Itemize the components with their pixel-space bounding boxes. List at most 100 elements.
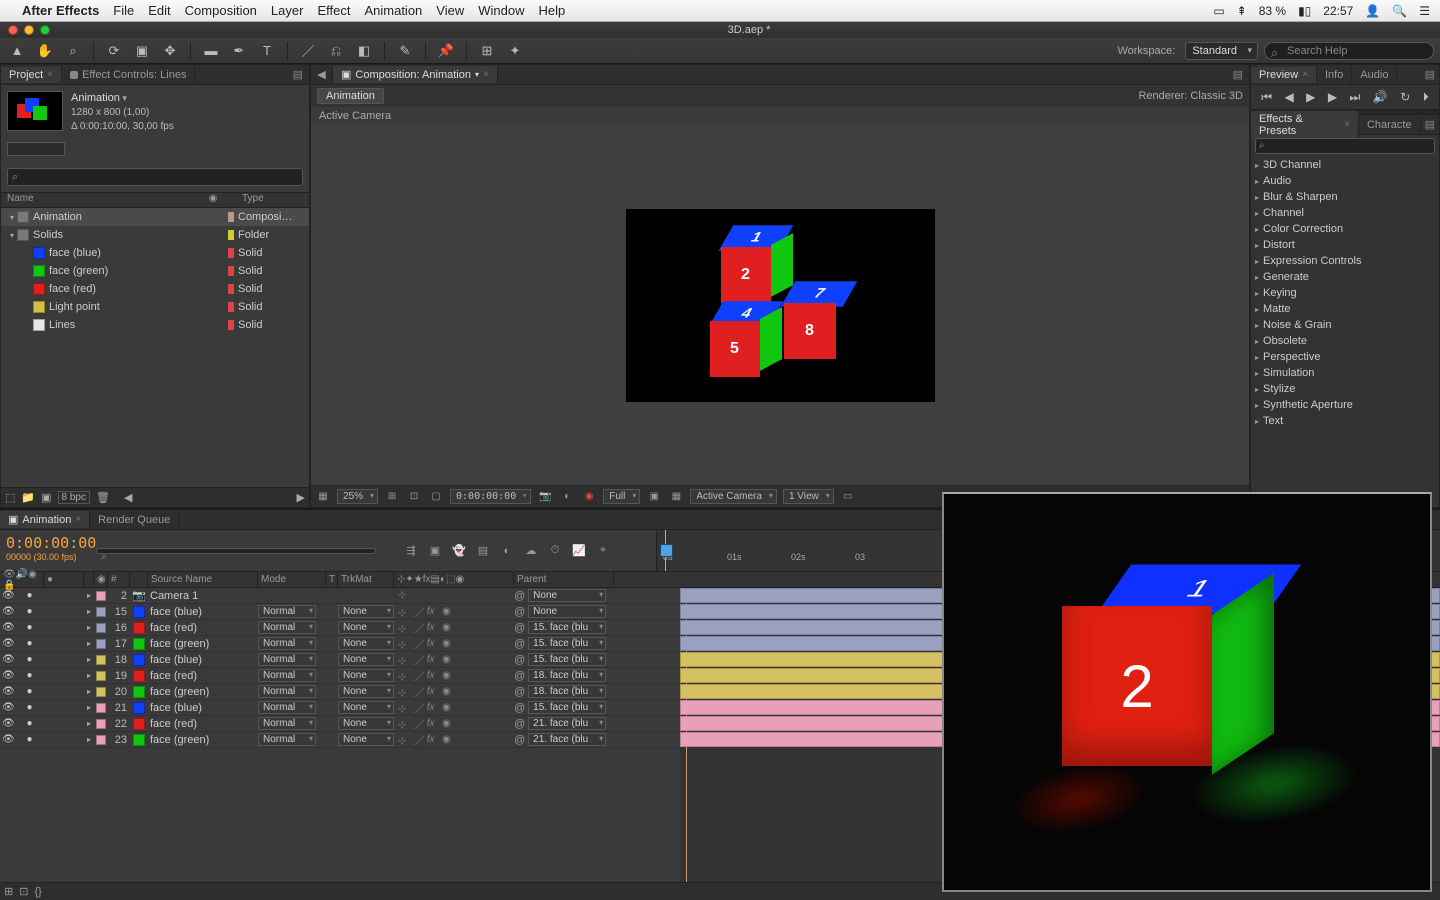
col-t-header[interactable]: T <box>326 572 338 587</box>
pixel-aspect-icon[interactable]: ▭ <box>840 491 856 502</box>
nav-back-icon[interactable]: ◀ <box>311 66 333 83</box>
timeline-layer-row[interactable]: 👁● ▸ 21 face (blue) Normal None ⊹ ／ fx ◉… <box>0 700 680 716</box>
renderer-dropdown[interactable]: Classic 3D <box>1190 90 1243 102</box>
effects-presets-tab[interactable]: Effects & Presets× <box>1251 111 1359 139</box>
play-icon[interactable]: ▶ <box>1306 90 1315 104</box>
timeline-layer-row[interactable]: 👁● ▸ 18 face (blue) Normal None ⊹ ／ fx ◉… <box>0 652 680 668</box>
audio-tab[interactable]: Audio <box>1352 67 1397 83</box>
notifications-icon[interactable]: ☰ <box>1419 4 1430 18</box>
timeline-layer-row[interactable]: 👁● ▸ 15 face (blue) Normal None ⊹ ／ fx ◉… <box>0 604 680 620</box>
effect-category[interactable]: ▸Blur & Sharpen <box>1251 189 1439 205</box>
grid-icon[interactable]: ⊞ <box>384 491 400 502</box>
prev-frame-icon[interactable]: ◀ <box>1284 90 1293 104</box>
comp-icon[interactable]: ▣ <box>41 491 51 504</box>
help-search-input[interactable]: Search Help <box>1264 42 1434 60</box>
guides-icon[interactable]: ⊡ <box>406 491 422 502</box>
comp-breadcrumb[interactable]: Animation <box>317 88 384 104</box>
transparency-icon[interactable]: ▦ <box>668 491 684 502</box>
brackets-icon[interactable]: {} <box>34 886 41 898</box>
frame-blend-icon[interactable]: ▤ <box>474 542 492 560</box>
autokey-icon[interactable]: ⏱ <box>546 542 564 560</box>
menu-file[interactable]: File <box>113 3 134 18</box>
screen-icon[interactable]: ▭ <box>1213 4 1224 18</box>
wifi-icon[interactable]: ⇞ <box>1237 4 1247 18</box>
clock[interactable]: 22:57 <box>1323 4 1353 18</box>
effect-category[interactable]: ▸Synthetic Aperture <box>1251 397 1439 413</box>
comp-name[interactable]: Animation <box>71 91 174 106</box>
info-tab[interactable]: Info <box>1317 67 1352 83</box>
spotlight-icon[interactable]: 🔍 <box>1392 4 1407 18</box>
hand-tool-icon[interactable]: ✋ <box>34 41 56 61</box>
user-icon[interactable]: 👤 <box>1365 4 1380 18</box>
effect-category[interactable]: ▸Text <box>1251 413 1439 429</box>
ram-preview-icon[interactable]: ⏵ <box>1423 90 1429 105</box>
project-search-input[interactable] <box>7 168 303 186</box>
snap2-icon[interactable]: ✦ <box>504 41 526 61</box>
first-frame-icon[interactable]: ⏮ <box>1261 90 1272 105</box>
zoom-window-button[interactable] <box>40 25 50 35</box>
col-mode-header[interactable]: Mode <box>258 572 326 587</box>
selection-tool-icon[interactable]: ▲ <box>6 41 28 61</box>
view-layout-dropdown[interactable]: 1 View <box>783 489 834 504</box>
effects-search-input[interactable] <box>1255 138 1435 154</box>
render-queue-tab[interactable]: Render Queue <box>90 512 179 528</box>
col-parent-header[interactable]: Parent <box>514 572 614 587</box>
ram-preview-window[interactable]: 1 2 <box>942 492 1432 892</box>
clone-tool-icon[interactable]: ⎌ <box>325 41 347 61</box>
pan-behind-tool-icon[interactable]: ✥ <box>159 41 181 61</box>
effect-category[interactable]: ▸Audio <box>1251 173 1439 189</box>
menu-edit[interactable]: Edit <box>148 3 170 18</box>
character-tab[interactable]: Characte <box>1359 117 1421 133</box>
timeline-layer-row[interactable]: 👁● ▸ 19 face (red) Normal None ⊹ ／ fx ◉ … <box>0 668 680 684</box>
project-item[interactable]: Light pointSolid <box>1 298 309 316</box>
snap-icon[interactable]: ⌖ <box>594 542 612 560</box>
close-icon[interactable]: × <box>483 69 489 80</box>
roto-tool-icon[interactable]: ✎ <box>394 41 416 61</box>
effect-category[interactable]: ▸Expression Controls <box>1251 253 1439 269</box>
snapshot-icon[interactable]: 📷 <box>537 491 553 502</box>
loop-icon[interactable]: ↻ <box>1400 90 1410 104</box>
timeline-layer-row[interactable]: 👁● ▸ 23 face (green) Normal None ⊹ ／ fx … <box>0 732 680 748</box>
effect-category[interactable]: ▸Noise & Grain <box>1251 317 1439 333</box>
motion-blur-icon[interactable]: ◐ <box>498 542 516 560</box>
type-tool-icon[interactable]: T <box>256 41 278 61</box>
puppet-tool-icon[interactable]: 📌 <box>435 41 457 61</box>
brush-tool-icon[interactable]: ／ <box>297 41 319 61</box>
toggle-switches-icon[interactable]: ⊞ <box>4 885 13 898</box>
preview-tab[interactable]: Preview× <box>1251 67 1317 83</box>
timeline-layer-row[interactable]: 👁● ▸ 22 face (red) Normal None ⊹ ／ fx ◉ … <box>0 716 680 732</box>
3d-view-dropdown[interactable]: Active Camera <box>690 489 777 504</box>
pen-tool-icon[interactable]: ✒ <box>228 41 250 61</box>
trash-icon[interactable]: 🗑 <box>96 491 110 504</box>
menu-effect[interactable]: Effect <box>317 3 350 18</box>
menu-layer[interactable]: Layer <box>271 3 304 18</box>
panel-menu-icon[interactable]: ▤ <box>1227 68 1249 81</box>
menu-composition[interactable]: Composition <box>185 3 257 18</box>
magnify-icon[interactable]: ▦ <box>315 491 331 502</box>
menu-help[interactable]: Help <box>538 3 565 18</box>
timeline-layer-list[interactable]: 👁● ▸ 2 📷 Camera 1 ⊹ @None 👁● ▸ 15 face (… <box>0 588 680 882</box>
rectangle-tool-icon[interactable]: ▬ <box>200 41 222 61</box>
panel-menu-icon[interactable]: ▤ <box>1421 68 1439 81</box>
effect-category[interactable]: ▸Color Correction <box>1251 221 1439 237</box>
eraser-tool-icon[interactable]: ◧ <box>353 41 375 61</box>
effect-category[interactable]: ▸Obsolete <box>1251 333 1439 349</box>
last-frame-icon[interactable]: ⏭ <box>1350 90 1361 105</box>
bpc-button[interactable]: 8 bpc <box>58 491 90 504</box>
project-item[interactable]: ▾AnimationComposi… <box>1 208 309 226</box>
close-icon[interactable]: × <box>47 69 53 80</box>
next-frame-icon[interactable]: ▶ <box>1328 90 1337 104</box>
composition-tab[interactable]: ▣Composition: Animation▾× <box>333 66 498 83</box>
flowchart-button[interactable] <box>7 142 65 156</box>
effect-category[interactable]: ▸Simulation <box>1251 365 1439 381</box>
channel-rgb-icon[interactable]: ◉ <box>581 491 597 502</box>
current-time-display[interactable]: 0:00:00:00 00000 (30.00 fps) <box>0 530 96 571</box>
timeline-layer-row[interactable]: 👁● ▸ 2 📷 Camera 1 ⊹ @None <box>0 588 680 604</box>
timeline-search-input[interactable] <box>96 548 376 554</box>
channel-icon[interactable]: ◐ <box>559 491 575 502</box>
toggle-modes-icon[interactable]: ⊡ <box>19 885 28 898</box>
folder-icon[interactable]: 📁 <box>21 491 35 504</box>
brainstorm-icon[interactable]: ☁ <box>522 542 540 560</box>
roi-icon[interactable]: ▣ <box>646 491 662 502</box>
col-name-header[interactable]: Name <box>1 193 206 207</box>
